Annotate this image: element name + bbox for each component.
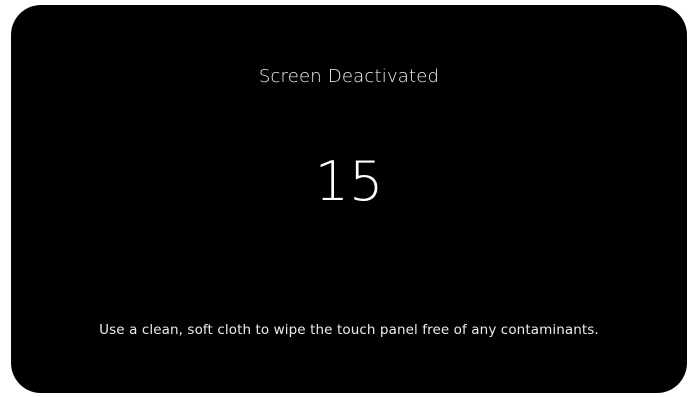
cleaning-mode-screen: Screen Deactivated 15 Use a clean, soft … bbox=[11, 5, 687, 393]
screen-title: Screen Deactivated bbox=[258, 66, 440, 87]
countdown-timer: 15 bbox=[314, 150, 384, 213]
cleaning-instructions: Use a clean, soft cloth to wipe the touc… bbox=[99, 322, 599, 338]
